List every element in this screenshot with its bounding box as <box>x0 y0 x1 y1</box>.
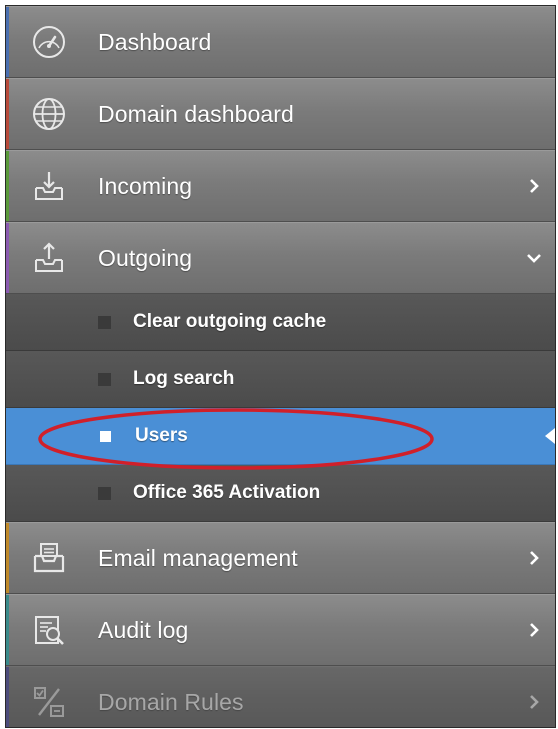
menu-item-label: Domain dashboard <box>98 100 294 127</box>
chevron-right-icon[interactable] <box>523 619 545 641</box>
menu-item-domain-rules[interactable]: Domain Rules <box>6 666 555 727</box>
chevron-right-icon[interactable] <box>523 547 545 569</box>
inbox-download-icon <box>30 167 68 205</box>
menu-item-incoming[interactable]: Incoming <box>6 150 555 222</box>
active-caret-icon <box>545 428 555 444</box>
menu-item-label: Audit log <box>98 616 189 643</box>
email-tray-icon <box>30 539 68 577</box>
menu-item-label: Dashboard <box>98 28 212 55</box>
menu-item-email-management[interactable]: Email management <box>6 522 555 594</box>
domain-rules-icon <box>30 683 68 721</box>
submenu-item-office-365-activation[interactable]: Office 365 Activation <box>6 465 555 522</box>
submenu-item-clear-outgoing-cache[interactable]: Clear outgoing cache <box>6 294 555 351</box>
accent-bar <box>6 223 9 293</box>
accent-bar <box>6 667 9 727</box>
outbox-upload-icon <box>30 239 68 277</box>
dashboard-gauge-icon <box>30 23 68 61</box>
menu-item-domain-dashboard[interactable]: Domain dashboard <box>6 78 555 150</box>
menu-item-label: Domain Rules <box>98 688 244 715</box>
menu-item-label: Incoming <box>98 172 193 199</box>
submenu-item-log-search[interactable]: Log search <box>6 351 555 408</box>
chevron-right-icon[interactable] <box>523 175 545 197</box>
menu-item-audit-log[interactable]: Audit log <box>6 594 555 666</box>
accent-bar <box>6 7 9 77</box>
sidebar-menu: Dashboard Domain dashboard Incoming Outg… <box>5 5 556 728</box>
menu-item-label: Email management <box>98 544 298 571</box>
bullet-icon <box>98 315 111 329</box>
nav-list: Dashboard Domain dashboard Incoming Outg… <box>6 6 555 727</box>
accent-bar <box>6 523 9 593</box>
bullet-icon <box>98 372 111 386</box>
submenu-item-label: Users <box>135 425 188 446</box>
chevron-right-icon[interactable] <box>523 691 545 713</box>
accent-bar <box>6 151 9 221</box>
audit-log-icon <box>30 611 68 649</box>
globe-icon <box>30 95 68 133</box>
chevron-down-icon[interactable] <box>523 247 545 269</box>
menu-item-outgoing[interactable]: Outgoing <box>6 222 555 294</box>
submenu-item-label: Office 365 Activation <box>133 482 321 503</box>
menu-item-label: Outgoing <box>98 244 193 271</box>
submenu-item-label: Clear outgoing cache <box>133 311 327 332</box>
accent-bar <box>6 595 9 665</box>
submenu-item-label: Log search <box>133 368 235 389</box>
bullet-icon <box>100 430 111 442</box>
bullet-icon <box>98 486 111 500</box>
menu-item-dashboard[interactable]: Dashboard <box>6 6 555 78</box>
submenu-item-users[interactable]: Users <box>6 408 555 465</box>
accent-bar <box>6 79 9 149</box>
